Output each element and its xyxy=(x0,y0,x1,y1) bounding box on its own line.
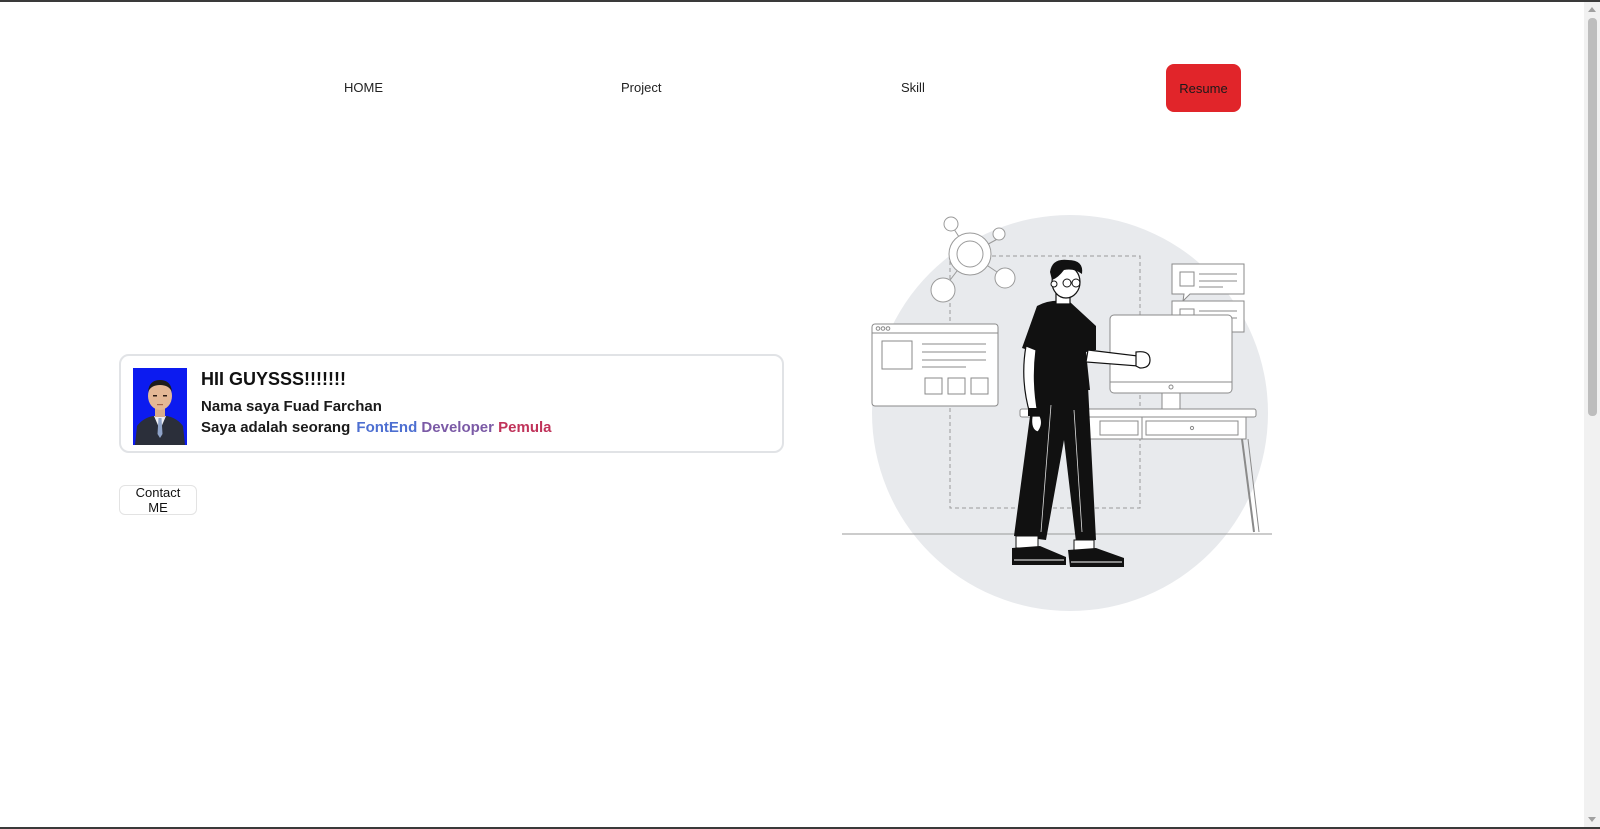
scrollbar-thumb[interactable] xyxy=(1588,18,1597,416)
role-beginner: Pemula xyxy=(498,419,552,436)
profile-photo-icon xyxy=(133,368,187,445)
role-developer: Developer xyxy=(421,419,494,436)
role-prefix: Saya adalah seorang xyxy=(201,419,351,436)
hero-illustration xyxy=(838,210,1278,615)
name-line: Nama saya Fuad Farchan xyxy=(201,398,382,415)
intro-text: HII GUYSSS!!!!!!! Nama saya Fuad Farchan… xyxy=(201,369,552,440)
resume-button[interactable]: Resume xyxy=(1166,64,1241,112)
greeting-heading: HII GUYSSS!!!!!!! xyxy=(201,369,346,389)
developer-desk-illustration-icon xyxy=(842,215,1272,611)
vertical-scrollbar[interactable] xyxy=(1584,2,1600,827)
page: HOME Project Skill Resume HII GUYSSS!!!!… xyxy=(0,2,1584,827)
role-line: Saya adalah seorang FontEnd Developer Pe… xyxy=(201,419,552,436)
scroll-up-arrow-icon[interactable] xyxy=(1588,7,1596,12)
avatar xyxy=(133,368,187,445)
nav-home-link[interactable]: HOME xyxy=(344,80,383,95)
nav-skill-link[interactable]: Skill xyxy=(901,80,925,95)
browser-viewport: HOME Project Skill Resume HII GUYSSS!!!!… xyxy=(0,0,1600,829)
role-frontend: FontEnd xyxy=(356,419,418,436)
scroll-down-arrow-icon[interactable] xyxy=(1588,817,1596,822)
intro-card: HII GUYSSS!!!!!!! Nama saya Fuad Farchan… xyxy=(119,354,784,453)
contact-me-button[interactable]: Contact ME xyxy=(119,485,197,515)
nav-project-link[interactable]: Project xyxy=(621,80,661,95)
